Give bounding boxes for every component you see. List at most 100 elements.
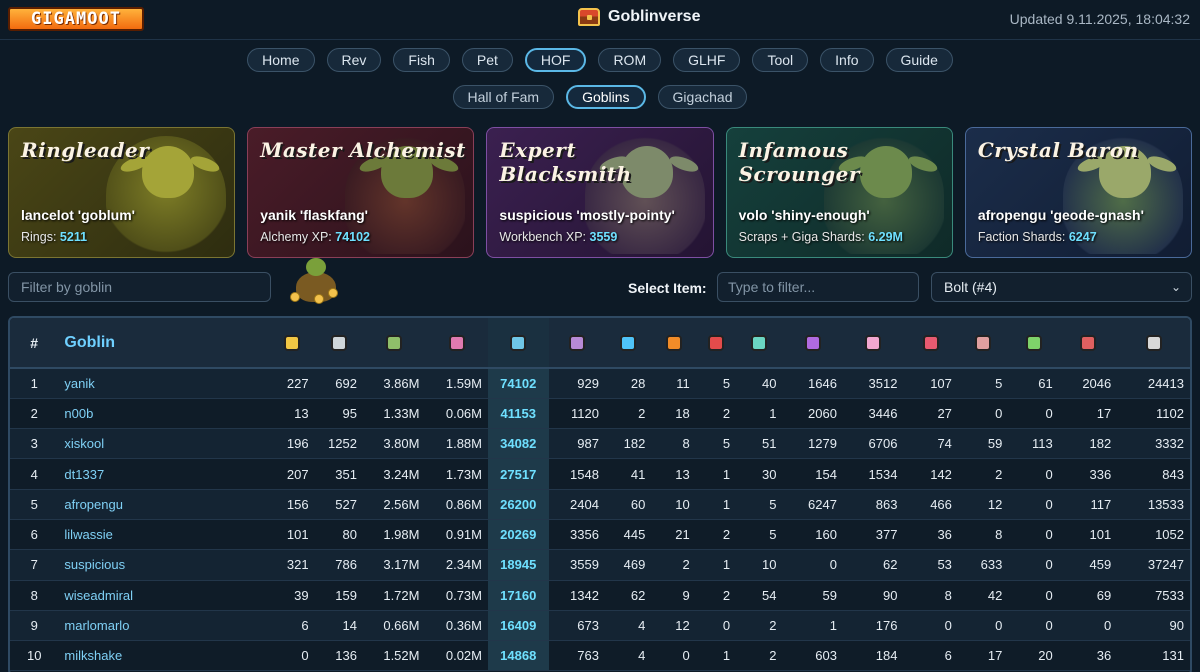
subnav-tab-goblins[interactable]: Goblins xyxy=(566,85,646,109)
goblin-name-link[interactable]: yanik xyxy=(58,368,271,399)
nav-tab-pet[interactable]: Pet xyxy=(461,48,513,72)
table-row[interactable]: 3 xiskool 196 1252 3.80M 1.88M 34082 987 182 8 5 51… xyxy=(10,428,1190,460)
value-cell: 69 xyxy=(1058,580,1118,611)
nav-tab-glhf[interactable]: GLHF xyxy=(673,48,741,72)
goblin-name-link[interactable]: afropengu xyxy=(58,489,271,520)
value-cell: 3356 xyxy=(548,519,605,551)
subnav-tab-hall-of-fam[interactable]: Hall of Fam xyxy=(452,85,555,109)
value-cell: 445 xyxy=(604,519,652,551)
column-header[interactable] xyxy=(1008,318,1058,368)
value-cell: 14 xyxy=(314,610,363,642)
column-header[interactable] xyxy=(651,318,695,368)
item-filter-input[interactable] xyxy=(717,272,919,302)
nav-tab-tool[interactable]: Tool xyxy=(752,48,809,72)
table-row[interactable]: 5 afropengu 156 527 2.56M 0.86M 26200 2404 60 10 1… xyxy=(10,489,1190,520)
table-row[interactable]: 6 lilwassie 101 80 1.98M 0.91M 20269 3356 445 21 2… xyxy=(10,519,1190,551)
value-cell: 2404 xyxy=(548,489,605,520)
value-cell: 90 xyxy=(1117,610,1190,642)
subnav-tab-gigachad[interactable]: Gigachad xyxy=(657,85,748,109)
rank-cell: 9 xyxy=(10,610,59,642)
column-header[interactable] xyxy=(696,318,736,368)
nav-tab-home[interactable]: Home xyxy=(247,48,315,72)
rank-cell: 2 xyxy=(10,398,59,430)
column-header[interactable] xyxy=(958,318,1008,368)
table-row[interactable]: 4 dt1337 207 351 3.24M 1.73M 27517 1548 41 13 1 30 1… xyxy=(10,458,1190,490)
value-cell: 80 xyxy=(314,519,363,551)
table-row[interactable]: 2 n00b 13 95 1.33M 0.06M 41153 1120 2 18 2 1 2060 344… xyxy=(10,398,1190,430)
hof-card[interactable]: Ringleader lancelot 'goblum' Rings: 5211 xyxy=(8,127,236,258)
goblin-header[interactable]: Goblin xyxy=(58,318,270,368)
column-header[interactable] xyxy=(425,318,488,368)
item-select[interactable]: Bolt (#4) ⌄ xyxy=(931,272,1192,302)
value-cell: 1.73M xyxy=(425,458,488,490)
card-goblin-name: suspicious 'mostly-pointy' xyxy=(499,207,675,223)
column-header[interactable] xyxy=(363,318,426,368)
hof-card[interactable]: Crystal Baron afropengu 'geode-gnash' Fact… xyxy=(964,127,1193,258)
nav-tab-info[interactable]: Info xyxy=(820,48,874,72)
hof-card[interactable]: Expert Blacksmith suspicious 'mostly-poin… xyxy=(486,127,714,258)
value-cell: 74102 xyxy=(488,368,549,399)
value-cell: 1548 xyxy=(548,458,605,490)
goblin-name-link[interactable]: lilwassie xyxy=(58,519,271,551)
select-item-label: Select Item: xyxy=(628,280,707,296)
value-cell: 13533 xyxy=(1117,489,1190,520)
tv-icon xyxy=(751,335,768,352)
rank-cell: 4 xyxy=(10,458,59,490)
card-title: Expert Blacksmith xyxy=(499,138,632,186)
value-cell: 336 xyxy=(1058,458,1118,490)
value-cell: 11 xyxy=(651,368,696,399)
goblin-name-link[interactable]: wiseadmiral xyxy=(58,580,271,611)
goblin-name-link[interactable]: marlomarlo xyxy=(58,610,271,642)
nav-tab-guide[interactable]: Guide xyxy=(885,48,953,72)
column-header[interactable] xyxy=(605,318,651,368)
table-row[interactable]: 1 yanik 227 692 3.86M 1.59M 74102 929 28 11 5 40 164… xyxy=(10,368,1190,399)
column-header[interactable] xyxy=(903,318,957,368)
value-cell: 1102 xyxy=(1117,398,1190,430)
column-header[interactable] xyxy=(315,318,363,368)
site-logo[interactable]: GIGAMOOT xyxy=(8,7,144,31)
column-header[interactable] xyxy=(1117,318,1190,368)
value-cell: 0 xyxy=(1008,458,1059,490)
table-row[interactable]: 10 milkshake 0 136 1.52M 0.02M 14868 763 4 0 1 2 603… xyxy=(10,640,1190,672)
table-row[interactable]: 9 marlomarlo 6 14 0.66M 0.36M 16409 673 4 12 0 2 1 17… xyxy=(10,610,1190,642)
table-row[interactable]: 8 wiseadmiral 39 159 1.72M 0.73M 17160 1342 62 9 2… xyxy=(10,580,1190,611)
column-header[interactable] xyxy=(782,318,843,368)
column-header[interactable] xyxy=(549,318,605,368)
value-cell: 2.56M xyxy=(362,489,426,520)
card-stat-value: 5211 xyxy=(59,230,88,244)
flask-icon xyxy=(620,335,637,352)
nav-tab-rom[interactable]: ROM xyxy=(598,48,662,72)
column-header[interactable] xyxy=(1059,318,1117,368)
goblin-name-link[interactable]: xiskool xyxy=(58,428,271,460)
value-cell: 0.06M xyxy=(425,398,488,430)
goblin-name-link[interactable]: dt1337 xyxy=(58,458,271,490)
goblin-name-link[interactable]: n00b xyxy=(58,398,271,430)
hof-card[interactable]: Master Alchemist yanik 'flaskfang' Alchemy… xyxy=(247,127,475,258)
main-nav: Home Rev Fish Pet HOF ROM GLHF Tool Info Guide xyxy=(0,48,1200,72)
column-header[interactable] xyxy=(270,318,314,368)
nav-tab-rev[interactable]: Rev xyxy=(326,48,382,72)
card-stat-value: 3559 xyxy=(589,230,618,244)
goblin-filter-input[interactable] xyxy=(8,272,271,302)
value-cell: 59 xyxy=(782,580,843,611)
goblin-name-link[interactable]: milkshake xyxy=(58,640,271,672)
value-cell: 2046 xyxy=(1058,368,1118,399)
value-cell: 8 xyxy=(957,519,1009,551)
rank-cell: 5 xyxy=(10,489,59,520)
value-cell: 13 xyxy=(270,398,315,430)
value-cell: 51 xyxy=(736,428,783,460)
value-cell: 8 xyxy=(903,580,958,611)
hof-card[interactable]: Infamous Scrounger volo 'shiny-enough' Scr… xyxy=(725,127,953,258)
column-header[interactable] xyxy=(736,318,782,368)
nav-tab-hof[interactable]: HOF xyxy=(524,48,587,72)
goblin-name-link[interactable]: suspicious xyxy=(58,549,271,581)
value-cell: 2 xyxy=(695,398,737,430)
value-cell: 3446 xyxy=(842,398,904,430)
rank-header[interactable]: # xyxy=(10,318,58,368)
column-header[interactable] xyxy=(488,318,549,368)
table-row[interactable]: 7 suspicious 321 786 3.17M 2.34M 18945 3559 469 2… xyxy=(10,549,1190,581)
rainbow-crystal-icon xyxy=(804,335,821,352)
nav-tab-fish[interactable]: Fish xyxy=(393,48,450,72)
column-header[interactable] xyxy=(843,318,904,368)
value-cell: 2 xyxy=(695,580,737,611)
